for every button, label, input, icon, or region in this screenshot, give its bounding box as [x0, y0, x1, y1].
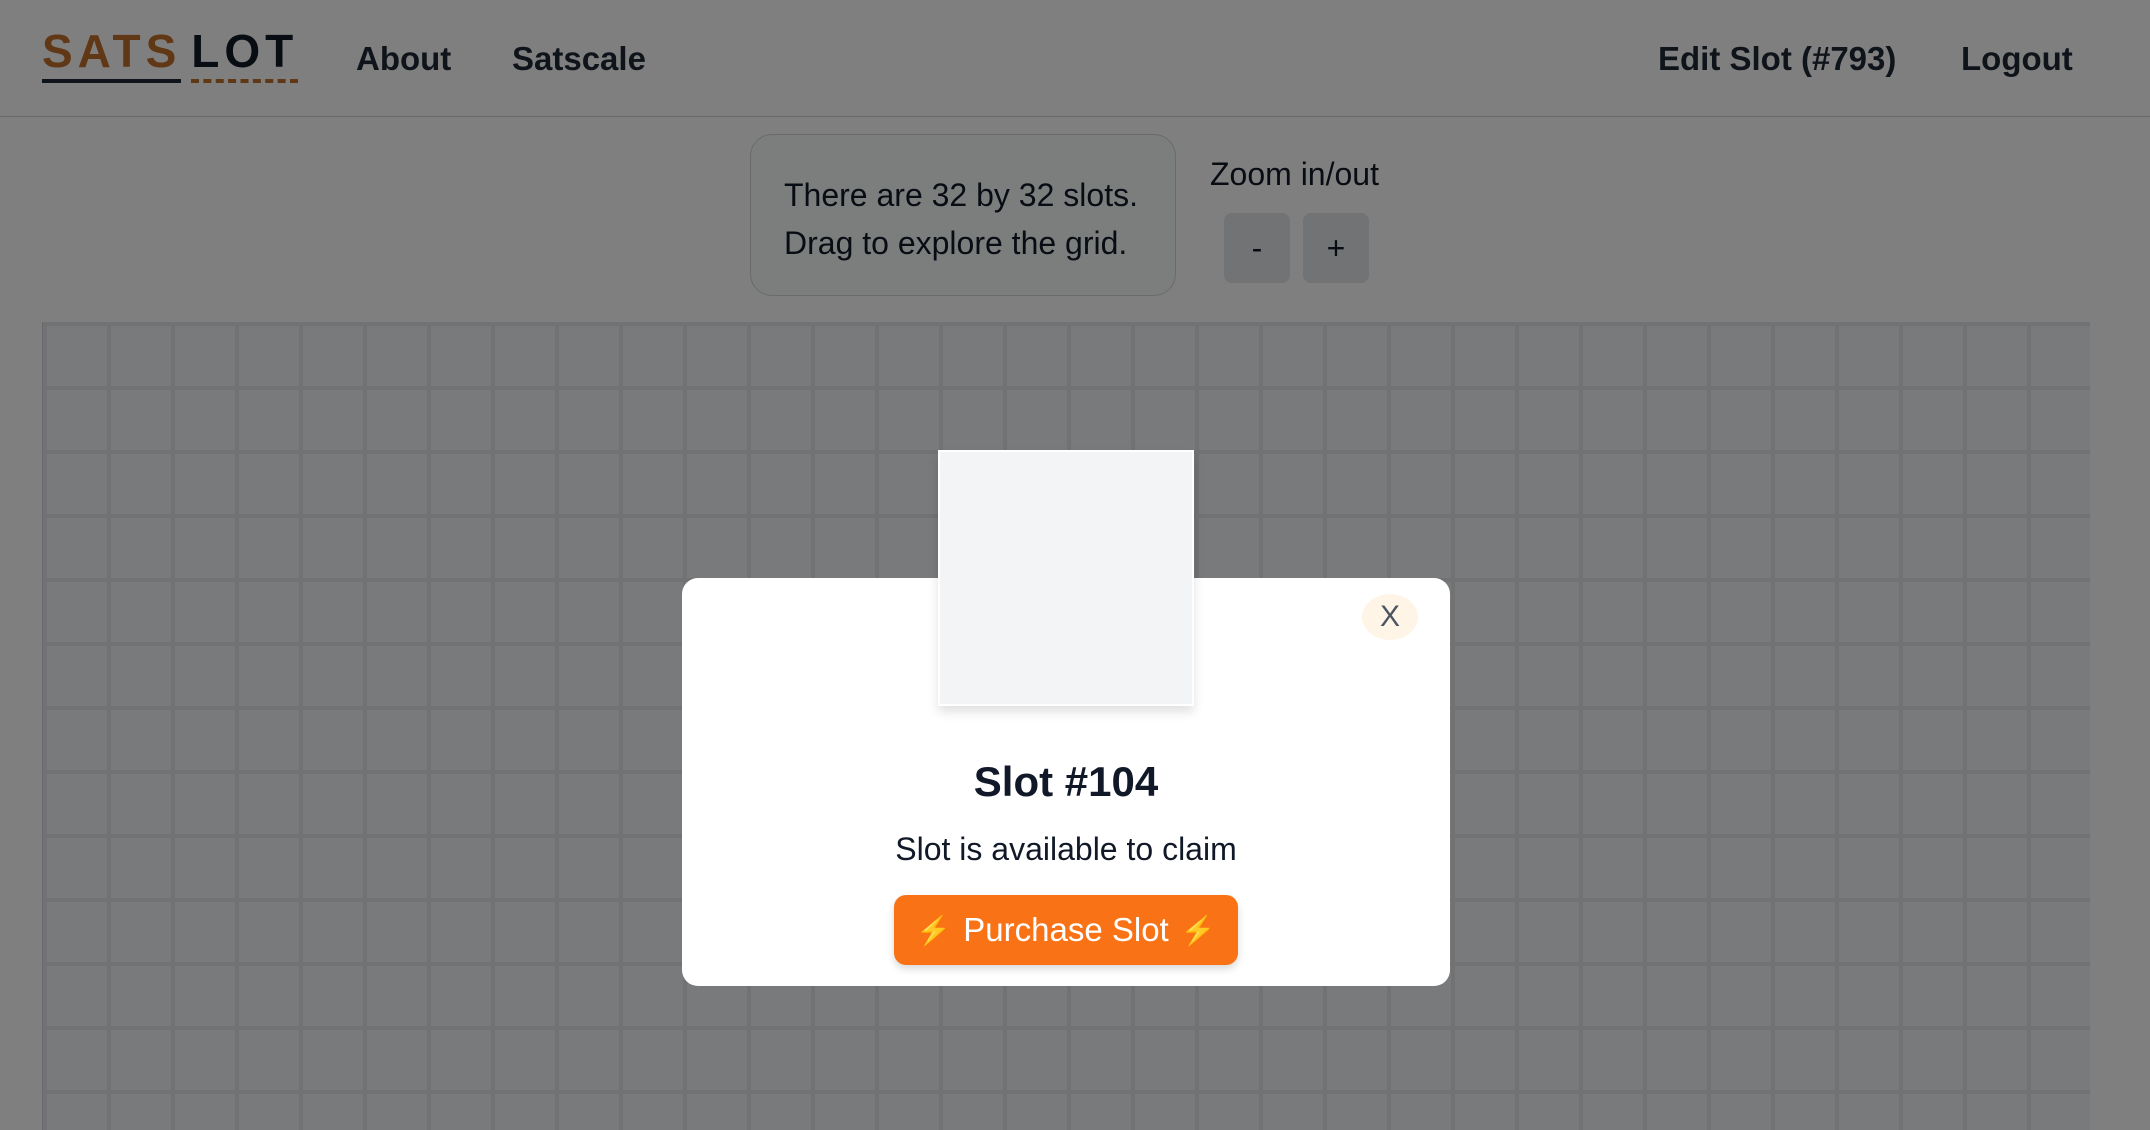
lightning-icon: ⚡ [916, 914, 952, 946]
slot-status-text: Slot is available to claim [895, 831, 1237, 867]
purchase-slot-label: Purchase Slot [963, 911, 1169, 948]
slot-preview-image [938, 450, 1194, 706]
modal-close-button[interactable]: X [1362, 594, 1418, 640]
slot-title: Slot #104 [973, 758, 1159, 805]
lightning-icon: ⚡ [1180, 914, 1216, 946]
purchase-slot-button[interactable]: ⚡ Purchase Slot ⚡ [894, 895, 1238, 965]
page: SATSLOT About Satscale Edit Slot (#793) … [0, 0, 2150, 1130]
